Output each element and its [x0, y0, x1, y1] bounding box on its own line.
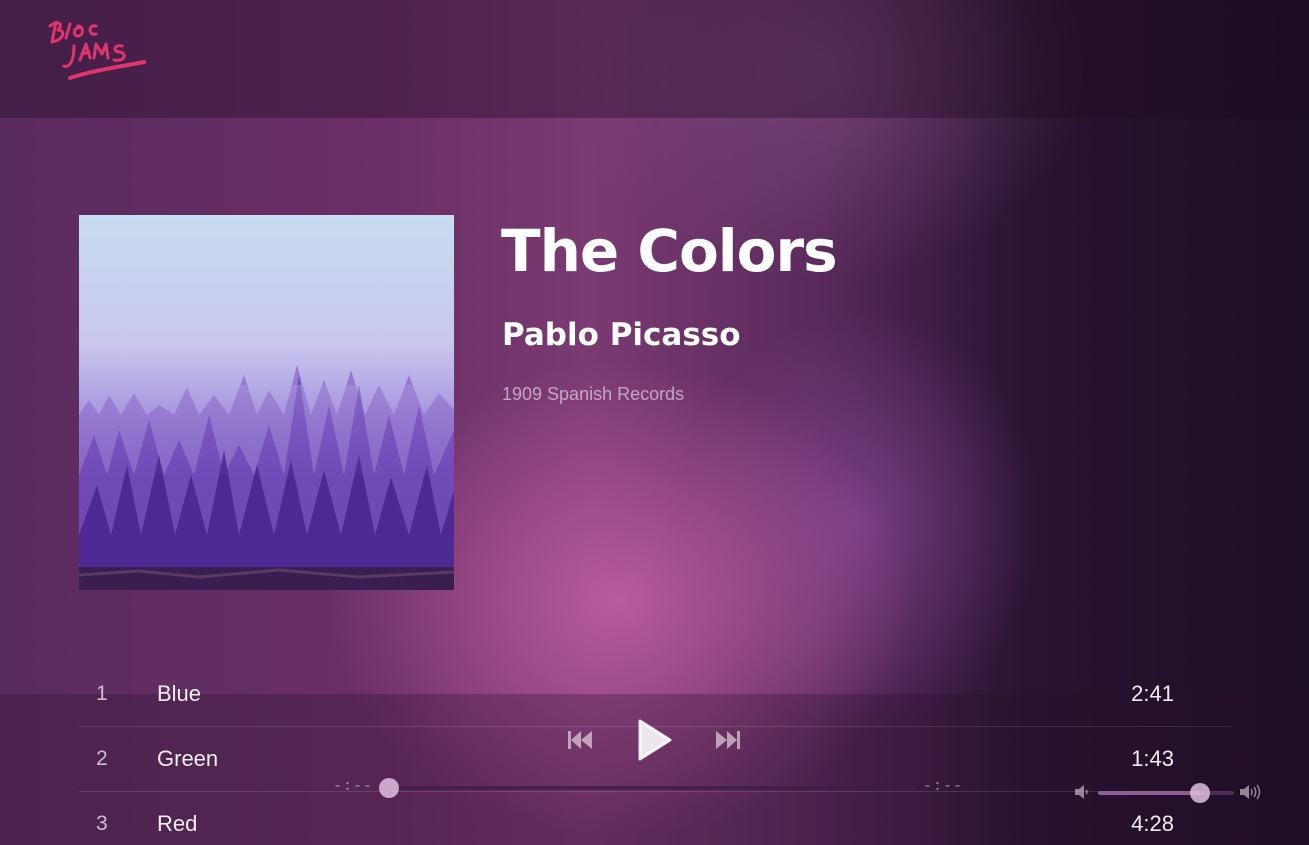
- next-icon[interactable]: [715, 728, 741, 752]
- song-title: Green: [157, 746, 219, 771]
- album-release-info: 1909 Spanish Records: [502, 384, 685, 404]
- current-time: -:--: [333, 778, 374, 795]
- total-time: -:--: [923, 778, 964, 795]
- song-duration: 2:41: [1131, 681, 1174, 706]
- seek-bar-thumb[interactable]: [379, 778, 399, 798]
- song-duration: 4:28: [1131, 811, 1174, 836]
- album-cover: [79, 215, 454, 590]
- logo[interactable]: [44, 16, 148, 88]
- volume-up-icon[interactable]: [1239, 783, 1261, 801]
- song-title: Red: [157, 811, 198, 836]
- foggy-forest-cover-icon: [79, 215, 454, 590]
- song-number[interactable]: 1: [96, 682, 108, 706]
- album-artist: Pablo Picasso: [502, 317, 741, 353]
- volume-down-icon[interactable]: [1073, 784, 1089, 800]
- song-row[interactable]: 1 Blue 2:41: [79, 662, 1231, 727]
- album-title: The Colors: [501, 217, 838, 285]
- song-number[interactable]: 3: [96, 812, 108, 836]
- song-title: Blue: [157, 681, 202, 706]
- navbar: [0, 0, 1309, 118]
- song-row[interactable]: 3 Red 4:28: [79, 792, 1231, 845]
- song-duration: 1:43: [1131, 746, 1174, 771]
- volume-bar-thumb[interactable]: [1190, 783, 1210, 803]
- previous-icon[interactable]: [567, 728, 593, 752]
- volume-bar-fill: [1098, 791, 1200, 795]
- play-icon[interactable]: [637, 719, 673, 761]
- song-number[interactable]: 2: [96, 747, 108, 771]
- volume-bar[interactable]: [1098, 783, 1234, 803]
- seek-bar[interactable]: [379, 778, 916, 798]
